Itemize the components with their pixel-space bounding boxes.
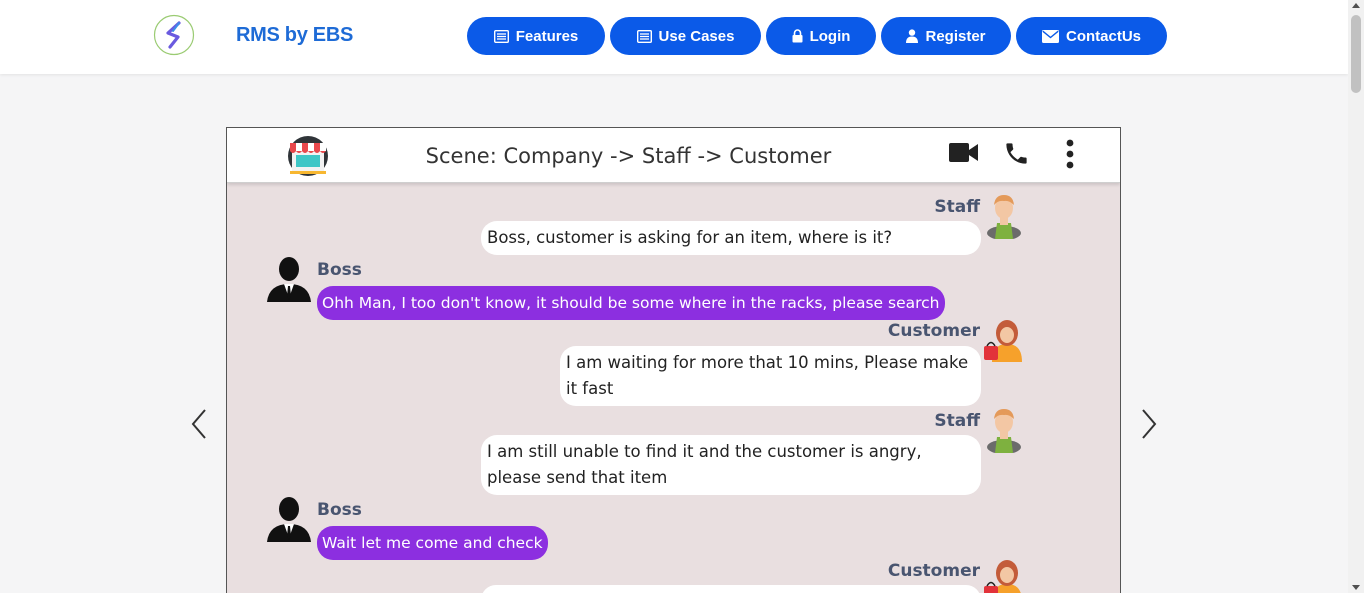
chat-window: Scene: Company -> Staff -> Customer Staf… <box>226 127 1121 593</box>
contact-us-label: ContactUs <box>1065 27 1141 45</box>
staff-avatar-icon <box>987 409 1021 453</box>
login-button[interactable]: Login <box>766 17 876 55</box>
message-bubble <box>481 585 981 593</box>
features-label: Features <box>515 27 579 45</box>
use-cases-label: Use Cases <box>658 27 735 45</box>
logo-icon[interactable] <box>153 14 195 56</box>
lock-icon <box>792 29 803 43</box>
register-label: Register <box>925 27 986 45</box>
chevron-left-icon[interactable] <box>190 408 210 440</box>
video-icon[interactable] <box>949 142 979 163</box>
contact-us-button[interactable]: ContactUs <box>1016 17 1167 55</box>
message-bubble: Wait let me come and check <box>317 526 548 560</box>
boss-avatar-icon <box>267 497 311 542</box>
chevron-right-icon[interactable] <box>1138 408 1158 440</box>
envelope-icon <box>1041 29 1059 43</box>
message-sender: Boss <box>317 500 362 520</box>
customer-avatar-icon <box>984 560 1021 593</box>
list-icon <box>636 29 652 43</box>
boss-avatar-icon <box>267 257 311 302</box>
message-bubble: I am waiting for more that 10 mins, Plea… <box>560 346 981 406</box>
register-button[interactable]: Register <box>881 17 1011 55</box>
chat-title: Scene: Company -> Staff -> Customer <box>425 144 832 168</box>
scroll-thumb[interactable] <box>1351 15 1361 93</box>
message-bubble: Boss, customer is asking for an item, wh… <box>481 221 981 255</box>
staff-avatar-icon <box>987 195 1021 239</box>
chat-header: Scene: Company -> Staff -> Customer <box>227 128 1120 183</box>
page-scrollbar[interactable] <box>1348 0 1364 593</box>
scroll-down-arrow[interactable] <box>1352 585 1360 590</box>
login-label: Login <box>809 27 851 45</box>
customer-avatar-icon <box>984 320 1022 362</box>
user-icon <box>906 29 919 43</box>
message-sender: Customer <box>887 321 980 341</box>
use-cases-button[interactable]: Use Cases <box>610 17 761 55</box>
scroll-up-arrow[interactable] <box>1352 3 1360 8</box>
message-sender: Staff <box>934 411 980 431</box>
message-sender: Staff <box>934 197 980 217</box>
more-vertical-icon[interactable] <box>1064 139 1076 169</box>
features-button[interactable]: Features <box>467 17 605 55</box>
list-icon <box>493 29 509 43</box>
message-sender: Boss <box>317 260 362 280</box>
message-bubble: Ohh Man, I too don't know, it should be … <box>317 286 945 320</box>
brand-name[interactable]: RMS by EBS <box>236 24 353 47</box>
navbar: RMS by EBS Features Use Cases Login Regi… <box>0 0 1348 74</box>
phone-icon[interactable] <box>1003 140 1030 167</box>
message-sender: Customer <box>887 561 980 581</box>
message-bubble: I am still unable to find it and the cus… <box>481 435 981 495</box>
